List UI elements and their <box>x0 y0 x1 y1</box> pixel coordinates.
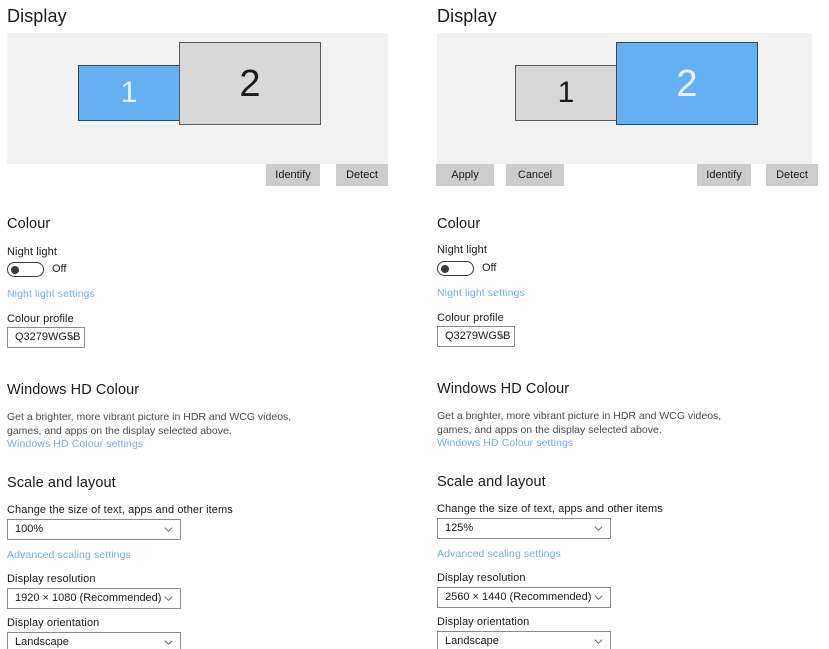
monitor-arrangement-canvas[interactable]: 1 2 <box>7 33 388 164</box>
scale-value: 100% <box>15 523 44 535</box>
advanced-scaling-settings-link[interactable]: Advanced scaling settings <box>437 548 561 560</box>
chevron-down-icon <box>68 333 77 342</box>
hd-colour-settings-link[interactable]: Windows HD Colour settings <box>437 437 573 449</box>
monitor-thumbnail-1[interactable]: 1 <box>78 65 180 121</box>
display-resolution-value: 1920 × 1080 (Recommended) <box>15 592 162 604</box>
detect-button[interactable]: Detect <box>766 164 818 186</box>
hd-colour-description: Get a brighter, more vibrant picture in … <box>437 410 722 436</box>
hd-colour-settings-link[interactable]: Windows HD Colour settings <box>7 438 143 450</box>
night-light-label: Night light <box>7 246 58 258</box>
toggle-knob <box>10 265 19 274</box>
night-light-state: Off <box>482 262 497 274</box>
hd-colour-description: Get a brighter, more vibrant picture in … <box>7 411 292 437</box>
identify-button[interactable]: Identify <box>266 164 320 186</box>
display-settings-panel-right: Display 1 2 Apply Cancel Identify Detect… <box>430 0 829 649</box>
page-title: Display <box>7 6 67 26</box>
identify-button[interactable]: Identify <box>697 164 751 186</box>
monitor-number-label: 1 <box>557 76 575 109</box>
display-resolution-select[interactable]: 2560 × 1440 (Recommended) <box>437 587 611 608</box>
night-light-toggle[interactable] <box>437 261 474 276</box>
display-orientation-label: Display orientation <box>7 617 100 629</box>
chevron-down-icon <box>594 524 603 533</box>
cancel-button[interactable]: Cancel <box>506 164 564 186</box>
display-orientation-value: Landscape <box>445 635 499 647</box>
chevron-down-icon <box>164 594 173 603</box>
scale-select[interactable]: 125% <box>437 518 611 539</box>
scale-layout-section-heading: Scale and layout <box>437 474 546 490</box>
night-light-label: Night light <box>437 244 488 256</box>
display-orientation-label: Display orientation <box>437 616 530 628</box>
monitor-number-label: 2 <box>676 62 698 105</box>
night-light-settings-link[interactable]: Night light settings <box>7 288 95 300</box>
night-light-toggle[interactable] <box>7 262 44 277</box>
monitor-number-label: 2 <box>239 62 261 105</box>
hd-colour-section-heading: Windows HD Colour <box>7 382 140 398</box>
hd-colour-section-heading: Windows HD Colour <box>437 381 570 397</box>
colour-profile-label: Colour profile <box>437 312 504 324</box>
night-light-settings-link[interactable]: Night light settings <box>437 287 525 299</box>
monitor-thumbnail-1[interactable]: 1 <box>515 65 617 121</box>
page-title: Display <box>437 6 497 26</box>
chevron-down-icon <box>164 638 173 647</box>
display-orientation-value: Landscape <box>15 636 69 648</box>
monitor-thumbnail-2[interactable]: 2 <box>616 42 758 125</box>
scale-label: Change the size of text, apps and other … <box>437 503 663 515</box>
chevron-down-icon <box>164 525 173 534</box>
display-resolution-label: Display resolution <box>437 572 526 584</box>
advanced-scaling-settings-link[interactable]: Advanced scaling settings <box>7 549 131 561</box>
monitor-thumbnail-2[interactable]: 2 <box>179 42 321 125</box>
monitor-number-label: 1 <box>120 76 138 109</box>
colour-profile-select[interactable]: Q3279WG5B <box>437 326 515 347</box>
colour-profile-label: Colour profile <box>7 313 74 325</box>
detect-button[interactable]: Detect <box>336 164 388 186</box>
display-settings-panel-left: Display 1 2 Identify Detect Colour Night… <box>0 0 400 649</box>
monitor-arrangement-canvas[interactable]: 1 2 <box>437 33 812 164</box>
colour-profile-select[interactable]: Q3279WG5B <box>7 327 85 348</box>
display-resolution-label: Display resolution <box>7 573 96 585</box>
night-light-state: Off <box>52 263 67 275</box>
display-orientation-select[interactable]: Landscape <box>7 632 181 649</box>
scale-value: 125% <box>445 522 474 534</box>
apply-button[interactable]: Apply <box>436 164 494 186</box>
colour-section-heading: Colour <box>437 216 481 232</box>
colour-section-heading: Colour <box>7 216 51 232</box>
display-orientation-select[interactable]: Landscape <box>437 631 611 649</box>
chevron-down-icon <box>594 593 603 602</box>
scale-select[interactable]: 100% <box>7 519 181 540</box>
toggle-knob <box>440 264 449 273</box>
scale-layout-section-heading: Scale and layout <box>7 475 116 491</box>
display-resolution-value: 2560 × 1440 (Recommended) <box>445 591 592 603</box>
display-resolution-select[interactable]: 1920 × 1080 (Recommended) <box>7 588 181 609</box>
chevron-down-icon <box>498 332 507 341</box>
chevron-down-icon <box>594 637 603 646</box>
scale-label: Change the size of text, apps and other … <box>7 504 233 516</box>
